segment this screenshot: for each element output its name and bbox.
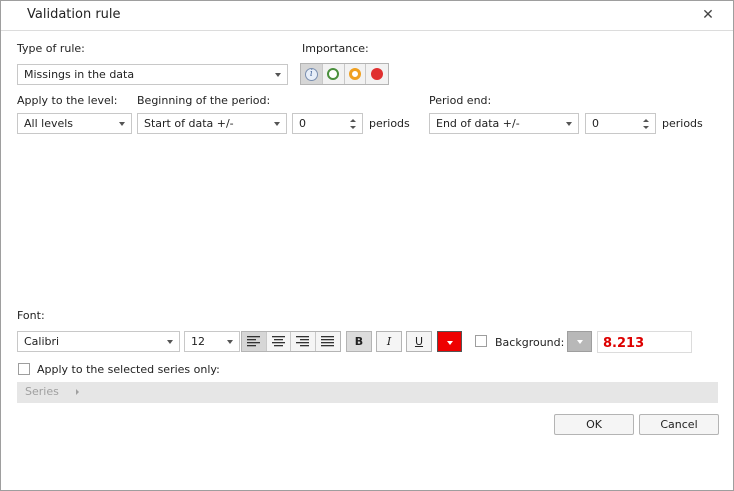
- period-begin-offset-value: 0: [299, 117, 306, 130]
- ok-button[interactable]: OK: [554, 414, 634, 435]
- chevron-down-icon: [566, 122, 572, 126]
- rule-type-label: Type of rule:: [17, 42, 85, 55]
- font-color-button[interactable]: [437, 331, 462, 352]
- chevron-down-icon: [274, 122, 280, 126]
- selected-series-checkbox[interactable]: [18, 363, 30, 375]
- background-label: Background:: [495, 336, 565, 349]
- period-end-dropdown[interactable]: End of data +/-: [429, 113, 579, 134]
- spin-up-icon[interactable]: [643, 119, 649, 122]
- period-end-unit: periods: [662, 117, 703, 130]
- importance-info-button[interactable]: i: [301, 64, 323, 84]
- period-begin-dropdown[interactable]: Start of data +/-: [137, 113, 287, 134]
- font-family-value: Calibri: [24, 335, 60, 348]
- apply-level-dropdown[interactable]: All levels: [17, 113, 132, 134]
- align-center-button[interactable]: [267, 332, 291, 351]
- align-right-button[interactable]: [291, 332, 316, 351]
- font-size-value: 12: [191, 335, 205, 348]
- underline-button[interactable]: U: [406, 331, 432, 352]
- chevron-down-icon: [577, 340, 583, 344]
- spin-down-icon[interactable]: [350, 126, 356, 129]
- importance-label: Importance:: [302, 42, 369, 55]
- align-justify-button[interactable]: [316, 332, 340, 351]
- background-checkbox[interactable]: [475, 335, 487, 347]
- orange-circle-icon: [348, 68, 361, 80]
- close-icon[interactable]: ✕: [701, 8, 715, 22]
- red-circle-icon: [371, 68, 384, 80]
- chevron-down-icon: [119, 122, 125, 126]
- background-color-button[interactable]: [567, 331, 592, 352]
- importance-selector: i: [300, 63, 389, 85]
- rule-type-value: Missings in the data: [24, 68, 135, 81]
- importance-green-button[interactable]: [323, 64, 345, 84]
- period-begin-value: Start of data +/-: [144, 117, 234, 130]
- spin-up-icon[interactable]: [350, 119, 356, 122]
- font-size-dropdown[interactable]: 12: [184, 331, 240, 352]
- importance-red-button[interactable]: [366, 64, 388, 84]
- apply-level-value: All levels: [24, 117, 74, 130]
- series-label: Series: [25, 385, 59, 398]
- align-center-icon: [271, 336, 285, 347]
- format-preview: 8.213: [597, 331, 692, 353]
- rule-type-dropdown[interactable]: Missings in the data: [17, 64, 288, 85]
- font-label: Font:: [17, 309, 45, 322]
- bold-button[interactable]: B: [346, 331, 372, 352]
- chevron-down-icon: [227, 340, 233, 344]
- chevron-right-icon: [76, 389, 79, 395]
- period-end-offset-spinner[interactable]: 0: [585, 113, 656, 134]
- preview-text: 8.213: [603, 336, 645, 351]
- period-end-label: Period end:: [429, 94, 492, 107]
- font-family-dropdown[interactable]: Calibri: [17, 331, 180, 352]
- align-right-icon: [296, 336, 310, 347]
- period-begin-unit: periods: [369, 117, 410, 130]
- period-begin-label: Beginning of the period:: [137, 94, 271, 107]
- italic-button[interactable]: I: [376, 331, 402, 352]
- align-justify-icon: [321, 336, 335, 347]
- chevron-down-icon: [447, 341, 453, 345]
- chevron-down-icon: [167, 340, 173, 344]
- validation-rule-dialog: Validation rule ✕ Type of rule: Missings…: [0, 0, 734, 491]
- period-begin-offset-spinner[interactable]: 0: [292, 113, 363, 134]
- cancel-button[interactable]: Cancel: [639, 414, 719, 435]
- series-selector[interactable]: Series: [17, 382, 718, 403]
- align-left-button[interactable]: [242, 332, 267, 351]
- title-bar: Validation rule ✕: [1, 1, 733, 31]
- selected-series-label: Apply to the selected series only:: [37, 363, 220, 376]
- green-circle-icon: [327, 68, 340, 80]
- chevron-down-icon: [275, 73, 281, 77]
- info-icon: i: [304, 67, 318, 81]
- period-end-offset-value: 0: [592, 117, 599, 130]
- importance-orange-button[interactable]: [345, 64, 367, 84]
- align-left-icon: [247, 336, 261, 347]
- apply-level-label: Apply to the level:: [17, 94, 118, 107]
- text-alignment-group: [241, 331, 341, 352]
- dialog-title: Validation rule: [27, 7, 121, 22]
- spin-down-icon[interactable]: [643, 126, 649, 129]
- period-end-value: End of data +/-: [436, 117, 520, 130]
